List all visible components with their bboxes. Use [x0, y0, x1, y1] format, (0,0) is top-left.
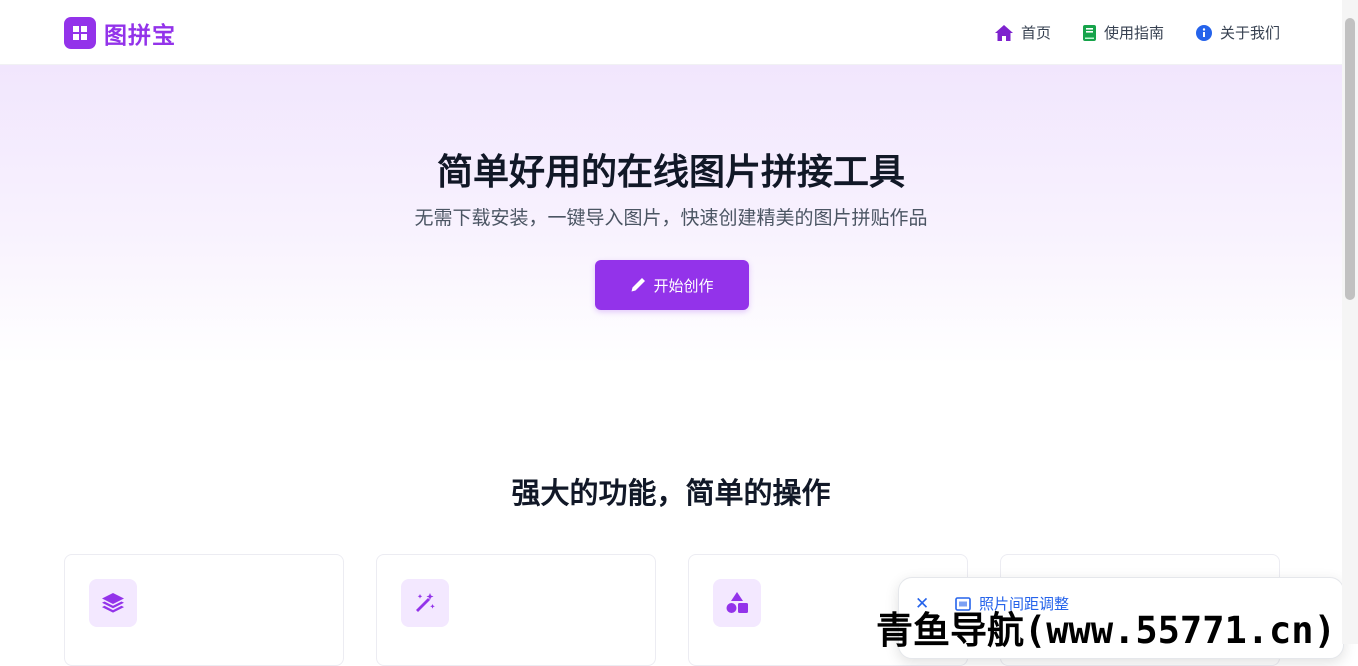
nav-item-about[interactable]: 关于我们 [1195, 22, 1280, 43]
nav-label-about: 关于我们 [1219, 24, 1280, 42]
hero-section: 简单好用的在线图片拼接工具 无需下载安装，一键导入图片，快速创建精美的图片拼贴作… [0, 65, 1342, 365]
magic-wand-icon [401, 579, 449, 627]
info-icon [1195, 24, 1212, 41]
feature-card [376, 554, 656, 666]
hero-title: 简单好用的在线图片拼接工具 [436, 152, 905, 193]
nav-item-home[interactable]: 首页 [994, 22, 1051, 43]
features-title: 强大的功能，简单的操作 [511, 476, 831, 510]
book-icon [1082, 24, 1096, 41]
scrollbar-thumb[interactable] [1345, 18, 1355, 300]
start-creating-button[interactable]: 开始创作 [595, 260, 749, 310]
shapes-icon [713, 579, 761, 627]
logo[interactable]: 图拼宝 [64, 16, 176, 50]
logo-text: 图拼宝 [104, 23, 176, 49]
hero-subtitle: 无需下载安装，一键导入图片，快速创建精美的图片拼贴作品 [414, 207, 928, 229]
nav-item-guide[interactable]: 使用指南 [1082, 22, 1164, 43]
nav-label-guide: 使用指南 [1103, 24, 1164, 42]
feature-card [64, 554, 344, 666]
home-icon [994, 24, 1013, 41]
main-nav: 首页 使用指南 关于我们 [963, 22, 1280, 43]
pencil-icon [631, 278, 646, 292]
watermark-text: 青鱼导航(www.55771.cn) [876, 609, 1336, 652]
vertical-scrollbar[interactable] [1342, 0, 1358, 644]
start-creating-label: 开始创作 [653, 276, 714, 295]
top-navbar: 图拼宝 首页 使用指南 关于我们 [0, 0, 1342, 65]
layers-icon [89, 579, 137, 627]
grid-logo-icon [64, 17, 96, 49]
nav-label-home: 首页 [1020, 24, 1051, 42]
